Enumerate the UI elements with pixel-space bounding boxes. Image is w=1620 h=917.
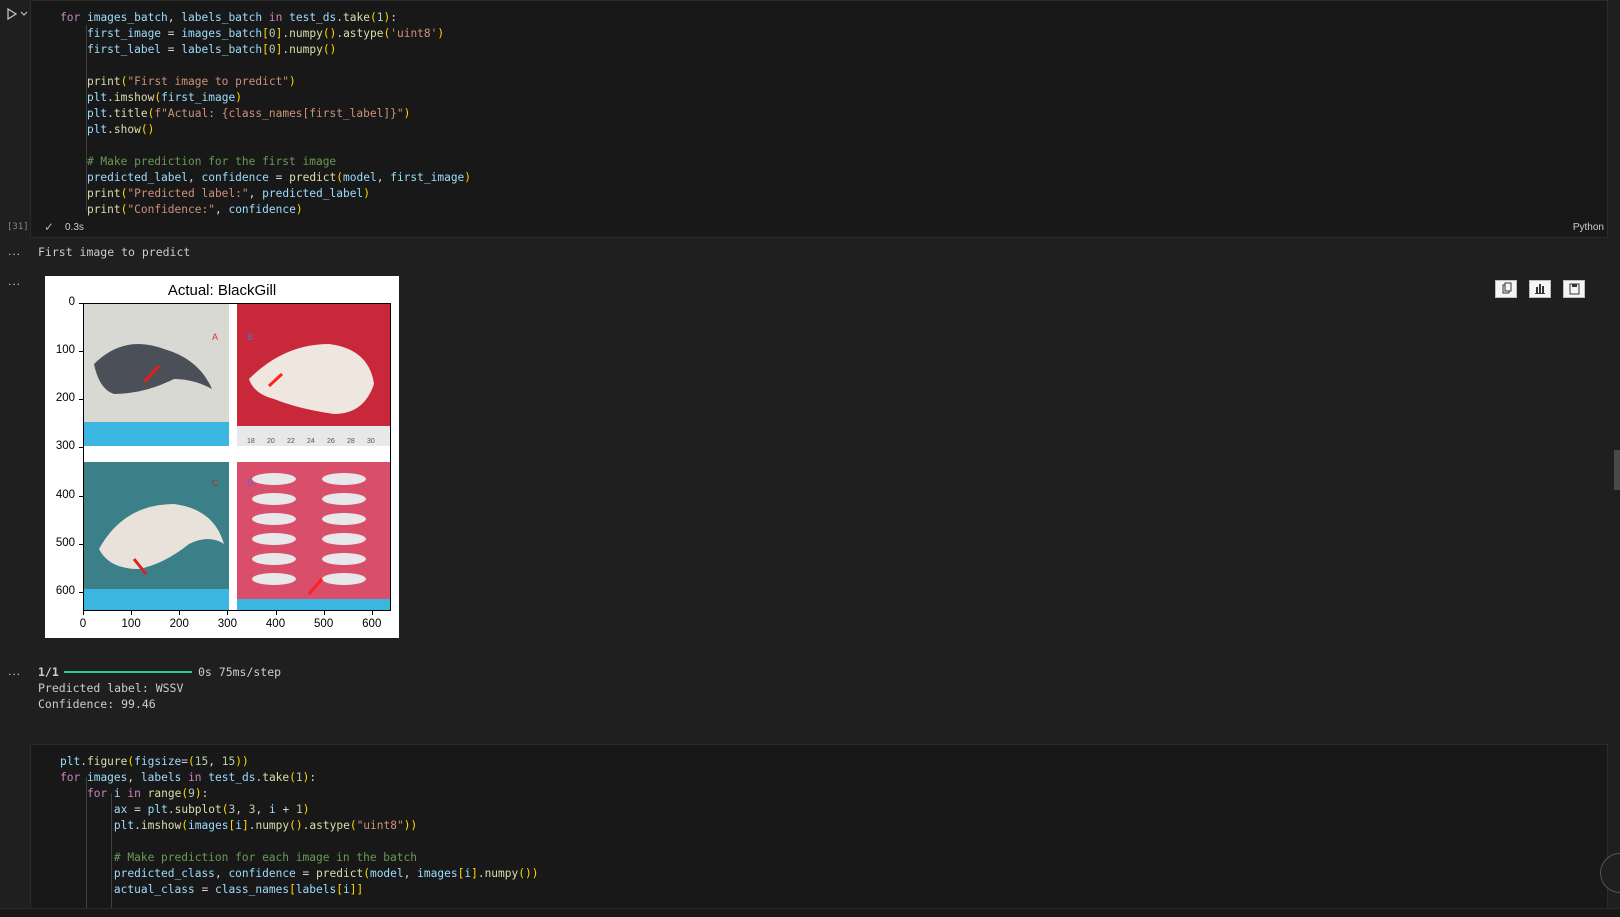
image-axes: A B 18 20 22 24 26 28 30 C D xyxy=(83,303,391,611)
output-menu-icon[interactable]: ... xyxy=(8,274,21,288)
code-line[interactable]: print("First image to predict") xyxy=(60,74,296,90)
copy-output-button[interactable] xyxy=(1495,280,1517,298)
x-tick-label: 300 xyxy=(217,618,237,630)
panel-label-b: B xyxy=(247,332,253,342)
y-tick-label: 100 xyxy=(55,344,75,357)
progress-time: 0s 75ms/step xyxy=(198,665,282,679)
x-tick-label: 400 xyxy=(265,618,286,630)
code-line[interactable]: # Make prediction for each image in the … xyxy=(60,850,417,866)
shrimp-image: A B 18 20 22 24 26 28 30 C D xyxy=(84,304,390,610)
x-tick-label: 600 xyxy=(362,618,382,630)
save-output-button[interactable] xyxy=(1563,280,1585,298)
y-tick-mark xyxy=(79,495,83,497)
code-line[interactable]: plt.imshow(images[i].numpy().astype("uin… xyxy=(60,818,417,834)
y-tick-label: 600 xyxy=(55,584,75,597)
x-tick-mark xyxy=(83,611,84,615)
x-tick-label: 100 xyxy=(121,618,141,630)
progress-step: 1/1 xyxy=(38,665,59,679)
x-tick-mark xyxy=(275,611,277,615)
y-tick-label: 400 xyxy=(55,488,75,501)
y-tick-mark xyxy=(79,543,83,545)
code-line[interactable]: ax = plt.subplot(3, 3, i + 1) xyxy=(60,802,310,818)
code-line[interactable]: predicted_class, confidence = predict(mo… xyxy=(60,866,539,882)
confidence-output: Confidence: 99.46 xyxy=(38,697,156,711)
svg-text:24: 24 xyxy=(307,438,315,445)
panel-label-d: D xyxy=(247,478,254,488)
check-icon: ✓ xyxy=(44,220,55,234)
y-tick-label: 500 xyxy=(55,536,75,549)
run-icon[interactable] xyxy=(6,8,18,20)
x-tick-mark xyxy=(227,611,229,615)
y-tick-mark xyxy=(79,399,83,401)
svg-text:30: 30 xyxy=(367,438,375,445)
code-line[interactable]: # Make prediction for the first image xyxy=(60,154,336,170)
x-tick-label: 0 xyxy=(79,618,87,630)
progress-bar xyxy=(64,671,192,673)
code-line[interactable]: plt.show() xyxy=(60,122,154,138)
chevron-down-icon[interactable] xyxy=(20,10,28,18)
x-tick-mark xyxy=(323,611,325,615)
output-menu-icon[interactable]: ... xyxy=(8,664,21,678)
code-line[interactable]: plt.figure(figsize=(15, 15)) xyxy=(60,754,249,770)
execution-count: [31] xyxy=(7,222,29,232)
code-line[interactable]: for images, labels in test_ds.take(1): xyxy=(60,770,316,786)
code-line[interactable]: for i in range(9): xyxy=(60,786,208,802)
scrollbar-thumb[interactable] xyxy=(1614,450,1620,490)
y-tick-label: 0 xyxy=(68,296,75,308)
code-line[interactable]: actual_class = class_names[labels[i]] xyxy=(60,882,363,898)
code-line[interactable]: for images_batch, labels_batch in test_d… xyxy=(60,10,397,26)
run-cell-button[interactable] xyxy=(4,6,30,22)
x-tick-mark xyxy=(371,611,373,615)
code-line[interactable]: plt.imshow(first_image) xyxy=(60,90,242,106)
svg-text:28: 28 xyxy=(347,438,355,445)
save-icon xyxy=(1569,283,1580,295)
chart-icon xyxy=(1535,284,1545,294)
matplotlib-figure: Actual: BlackGill A B 18 20 22 24 26 28 … xyxy=(45,276,399,638)
panel-label-a: A xyxy=(212,332,218,342)
code-line[interactable]: print("Predicted label:", predicted_labe… xyxy=(60,186,370,202)
y-tick-mark xyxy=(79,303,83,304)
x-tick-mark xyxy=(179,611,181,615)
y-tick-label: 300 xyxy=(55,440,75,453)
y-tick-mark xyxy=(79,447,83,449)
y-tick-mark xyxy=(79,591,83,593)
open-chart-button[interactable] xyxy=(1529,280,1551,298)
code-line[interactable]: print("Confidence:", confidence) xyxy=(60,202,303,218)
predicted-label-output: Predicted label: WSSV xyxy=(38,681,184,695)
x-tick-mark xyxy=(131,611,133,615)
copy-icon xyxy=(1502,282,1512,294)
output-text: First image to predict xyxy=(38,245,191,259)
code-line[interactable]: plt.title(f"Actual: {class_names[first_l… xyxy=(60,106,410,122)
svg-text:26: 26 xyxy=(327,438,335,445)
svg-text:18: 18 xyxy=(247,438,255,445)
x-tick-label: 200 xyxy=(169,618,189,630)
figure-title: Actual: BlackGill xyxy=(167,282,277,299)
code-line[interactable]: first_image = images_batch[0].numpy().as… xyxy=(60,26,444,42)
code-line[interactable]: first_label = labels_batch[0].numpy() xyxy=(60,42,336,58)
cell-language[interactable]: Python xyxy=(1573,222,1604,233)
panel-label-c: C xyxy=(212,478,219,488)
svg-text:22: 22 xyxy=(287,438,295,445)
execution-time: 0.3s xyxy=(65,222,84,233)
y-tick-mark xyxy=(79,351,83,353)
svg-text:20: 20 xyxy=(267,438,275,445)
x-tick-label: 500 xyxy=(314,618,334,630)
code-line[interactable]: predicted_label, confidence = predict(mo… xyxy=(60,170,471,186)
output-menu-icon[interactable]: ... xyxy=(8,244,21,258)
y-tick-label: 200 xyxy=(55,392,75,405)
